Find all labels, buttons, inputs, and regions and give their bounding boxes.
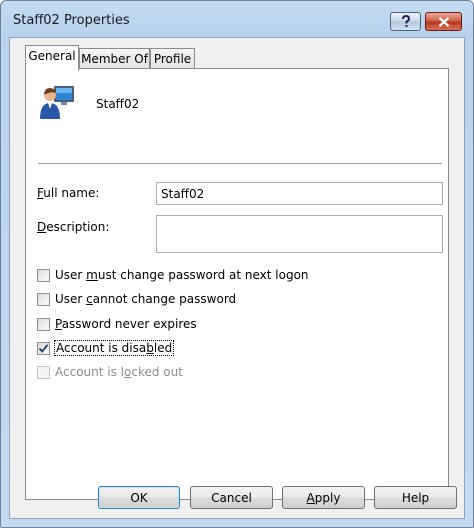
full-name-field[interactable] bbox=[156, 182, 443, 205]
title-close-button[interactable] bbox=[425, 12, 462, 31]
checkbox-label: Account is disabled bbox=[53, 340, 175, 356]
title-bar[interactable]: Staff02 Properties bbox=[1, 1, 473, 37]
cancel-button[interactable]: Cancel bbox=[190, 486, 273, 509]
description-field[interactable] bbox=[156, 215, 443, 253]
dialog-client-area: General Member Of Profile Staff02 Full n… bbox=[9, 37, 465, 519]
close-icon bbox=[438, 16, 449, 27]
password-never-expires-checkbox[interactable] bbox=[37, 317, 50, 331]
checkbox-label: Password never expires bbox=[55, 317, 197, 331]
description-label: Description: bbox=[37, 220, 110, 234]
title-help-button[interactable] bbox=[390, 12, 421, 31]
properties-dialog: Staff02 Properties General Member Of Pro… bbox=[0, 0, 474, 528]
help-button[interactable]: Help bbox=[374, 486, 457, 509]
apply-button[interactable]: Apply bbox=[282, 486, 365, 509]
question-mark-icon bbox=[401, 15, 410, 27]
must-change-password-checkbox[interactable] bbox=[37, 268, 50, 282]
cannot-change-password-checkbox[interactable] bbox=[37, 292, 50, 306]
tab-profile[interactable]: Profile bbox=[150, 48, 195, 70]
general-tab-panel: Staff02 Full name: Description: User mus… bbox=[25, 68, 449, 500]
check-icon bbox=[38, 343, 49, 353]
user-account-icon bbox=[40, 86, 74, 119]
checkbox-label: User must change password at next logon bbox=[55, 268, 309, 282]
tab-label: General bbox=[28, 49, 76, 63]
tab-label: Profile bbox=[153, 52, 192, 66]
account-locked-out-option: Account is locked out bbox=[37, 364, 183, 380]
checkbox-label: Account is locked out bbox=[55, 365, 183, 379]
account-name: Staff02 bbox=[96, 97, 140, 111]
checkbox-label: User cannot change password bbox=[55, 292, 237, 306]
tab-general[interactable]: General bbox=[25, 45, 79, 71]
password-never-expires-option[interactable]: Password never expires bbox=[37, 316, 197, 332]
tab-member-of[interactable]: Member Of bbox=[79, 48, 150, 70]
tab-label: Member Of bbox=[81, 52, 148, 66]
cannot-change-password-option[interactable]: User cannot change password bbox=[37, 291, 236, 307]
account-disabled-checkbox[interactable] bbox=[37, 341, 50, 355]
header-separator bbox=[38, 163, 442, 165]
account-locked-out-checkbox bbox=[37, 365, 50, 379]
window-title: Staff02 Properties bbox=[13, 13, 130, 28]
full-name-label: Full name: bbox=[37, 186, 100, 200]
ok-button[interactable]: OK bbox=[98, 486, 180, 509]
must-change-password-option[interactable]: User must change password at next logon bbox=[37, 267, 309, 283]
account-disabled-option[interactable]: Account is disabled bbox=[37, 340, 175, 356]
